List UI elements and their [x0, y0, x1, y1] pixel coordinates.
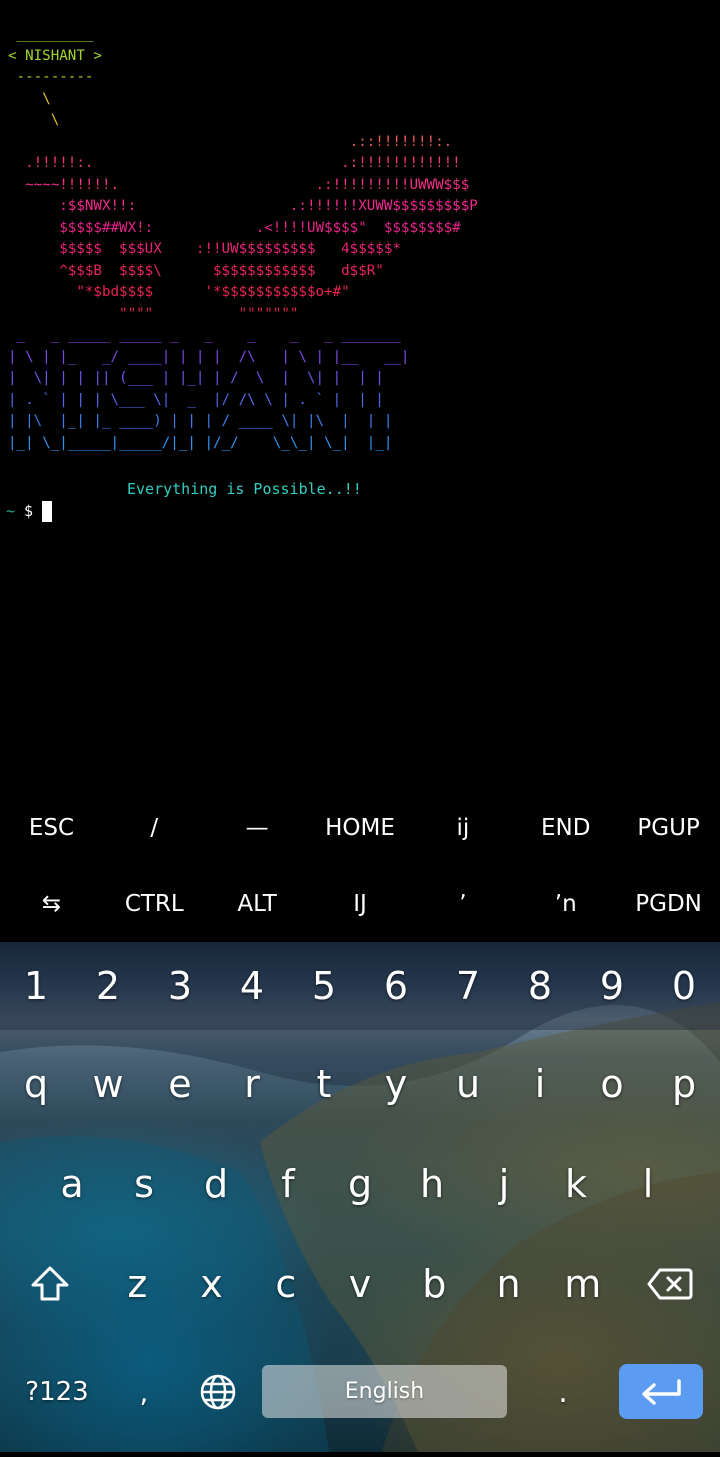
- ascii-line: _ _ _____ _____ _ _ _ _ _ _______: [8, 327, 401, 343]
- key-y[interactable]: y: [360, 1039, 432, 1129]
- ascii-line: |_| \_|_____|_____/|_| |/_/ \_\_| \_| |_…: [8, 434, 393, 451]
- key-g[interactable]: g: [324, 1139, 396, 1229]
- ascii-line: $$$$$##WX!: .<!!!!UW$$$$" $$$$$$$$#: [8, 219, 461, 236]
- shift-icon: [31, 1266, 69, 1301]
- alt-key[interactable]: ALT: [206, 866, 309, 942]
- key-8[interactable]: 8: [504, 942, 576, 1030]
- extra-keys-row-1: ESC / — HOME ĳ END PGUP: [0, 790, 720, 866]
- key-v[interactable]: v: [323, 1239, 397, 1329]
- key-6[interactable]: 6: [360, 942, 432, 1030]
- letter-row-q: q w e r t y u i o p: [0, 1039, 720, 1129]
- period-key[interactable]: .: [507, 1362, 619, 1422]
- key-e[interactable]: e: [144, 1039, 216, 1129]
- key-1[interactable]: 1: [0, 942, 72, 1030]
- key-n[interactable]: n: [471, 1239, 545, 1329]
- key-a[interactable]: a: [36, 1139, 108, 1229]
- ascii-line: ~~~~!!!!!!. .:!!!!!!!!!UWWW$$$: [8, 176, 470, 193]
- ascii-line: :$$NWX!!: .:!!!!!!XUWW$$$$$$$$$P: [8, 198, 478, 214]
- prompt-directory: ~: [6, 502, 16, 520]
- command-prompt[interactable]: ~ $: [6, 500, 53, 522]
- key-k[interactable]: k: [540, 1139, 612, 1229]
- ascii-line: _________: [8, 26, 94, 42]
- soft-keyboard: 1 2 3 4 5 6 7 8 9 0 q w e r t y u i o p …: [0, 942, 720, 1457]
- key-r[interactable]: r: [216, 1039, 288, 1129]
- key-p[interactable]: p: [648, 1039, 720, 1129]
- ascii-line: .!!!!!:. .:!!!!!!!!!!!!: [8, 155, 461, 171]
- terminal-screen[interactable]: _________< NISHANT > --------- \ \ .::!!…: [0, 0, 720, 790]
- ascii-line: | . ` | | | \___ \| _ |/ /\ \ | . ` | | …: [8, 391, 384, 408]
- apostrophe-key[interactable]: ʼ: [411, 866, 514, 942]
- key-x[interactable]: x: [174, 1239, 248, 1329]
- key-4[interactable]: 4: [216, 942, 288, 1030]
- extra-keys-bar: ESC / — HOME ĳ END PGUP ⇆ CTRL ALT Ĳ ʼ ʼ…: [0, 790, 720, 942]
- ascii-line: ---------: [8, 69, 94, 85]
- ascii-banner: _________< NISHANT > --------- \ \ .::!!…: [8, 24, 478, 454]
- key-z[interactable]: z: [100, 1239, 174, 1329]
- tab-key[interactable]: ⇆: [0, 866, 103, 942]
- pgup-key[interactable]: PGUP: [617, 790, 720, 866]
- key-b[interactable]: b: [397, 1239, 471, 1329]
- key-0[interactable]: 0: [648, 942, 720, 1030]
- motto-text: Everything is Possible..!!: [127, 480, 362, 498]
- ctrl-key[interactable]: CTRL: [103, 866, 206, 942]
- ascii-line: \: [8, 112, 60, 128]
- ascii-line: | |\ |_| |_ ____) | | | / ____ \| |\ | |…: [8, 413, 393, 429]
- ascii-line: < NISHANT >: [8, 47, 102, 64]
- key-c[interactable]: c: [249, 1239, 323, 1329]
- key-d[interactable]: d: [180, 1139, 252, 1229]
- ascii-line: \: [8, 90, 51, 107]
- number-row: 1 2 3 4 5 6 7 8 9 0: [0, 942, 720, 1030]
- slash-key[interactable]: /: [103, 790, 206, 866]
- key-h[interactable]: h: [396, 1139, 468, 1229]
- key-t[interactable]: t: [288, 1039, 360, 1129]
- letter-row-z: z x c v b n m: [0, 1239, 720, 1329]
- globe-icon: [200, 1374, 236, 1410]
- enter-key[interactable]: [619, 1364, 703, 1419]
- end-key[interactable]: END: [514, 790, 617, 866]
- key-w[interactable]: w: [72, 1039, 144, 1129]
- key-j[interactable]: j: [468, 1139, 540, 1229]
- shift-key[interactable]: [0, 1239, 100, 1329]
- home-key[interactable]: HOME: [309, 790, 412, 866]
- text-cursor: [42, 500, 53, 522]
- space-bar[interactable]: English: [262, 1365, 507, 1418]
- key-f[interactable]: f: [252, 1139, 324, 1229]
- bottom-row: ?123 , English .: [0, 1362, 720, 1422]
- ascii-line: $$$$$ $$$UX :!!UW$$$$$$$$$ 4$$$$$*: [8, 241, 401, 257]
- letter-row-a: a s d f g h j k l: [0, 1139, 720, 1229]
- key-s[interactable]: s: [108, 1139, 180, 1229]
- enter-icon: [642, 1378, 681, 1405]
- ascii-line: | \ | |_ _/ ____| | | | /\ | \ | |__ __|: [8, 348, 410, 365]
- key-u[interactable]: u: [432, 1039, 504, 1129]
- ascii-line: | \| | | || (___ | |_| | / \ | \| | | |: [8, 370, 384, 386]
- key-i[interactable]: i: [504, 1039, 576, 1129]
- key-o[interactable]: o: [576, 1039, 648, 1129]
- key-3[interactable]: 3: [144, 942, 216, 1030]
- backspace-key[interactable]: [620, 1239, 720, 1329]
- ij-key[interactable]: ĳ: [411, 790, 514, 866]
- ascii-line: ^$$$B $$$$\ $$$$$$$$$$$$ d$$R": [8, 262, 384, 279]
- key-m[interactable]: m: [546, 1239, 620, 1329]
- pgdn-key[interactable]: PGDN: [617, 866, 720, 942]
- extra-keys-row-2: ⇆ CTRL ALT Ĳ ʼ ʼn PGDN: [0, 866, 720, 942]
- prompt-symbol: $: [24, 502, 34, 520]
- symbols-key[interactable]: ?123: [0, 1362, 114, 1422]
- comma-key[interactable]: ,: [114, 1362, 174, 1422]
- language-switch-key[interactable]: [174, 1362, 262, 1422]
- ascii-line: .::!!!!!!!:.: [8, 133, 453, 150]
- ascii-line: "*$bd$$$$ '*$$$$$$$$$$$o+#": [8, 284, 350, 300]
- apostrophe-n-key[interactable]: ʼn: [514, 866, 617, 942]
- key-l[interactable]: l: [612, 1139, 684, 1229]
- key-5[interactable]: 5: [288, 942, 360, 1030]
- key-9[interactable]: 9: [576, 942, 648, 1030]
- dash-key[interactable]: —: [206, 790, 309, 866]
- navigation-strip: [0, 1452, 720, 1457]
- key-2[interactable]: 2: [72, 942, 144, 1030]
- ij-upper-key[interactable]: Ĳ: [309, 866, 412, 942]
- ascii-line: """" """"""": [8, 305, 299, 322]
- esc-key[interactable]: ESC: [0, 790, 103, 866]
- backspace-icon: [647, 1268, 693, 1300]
- key-7[interactable]: 7: [432, 942, 504, 1030]
- key-q[interactable]: q: [0, 1039, 72, 1129]
